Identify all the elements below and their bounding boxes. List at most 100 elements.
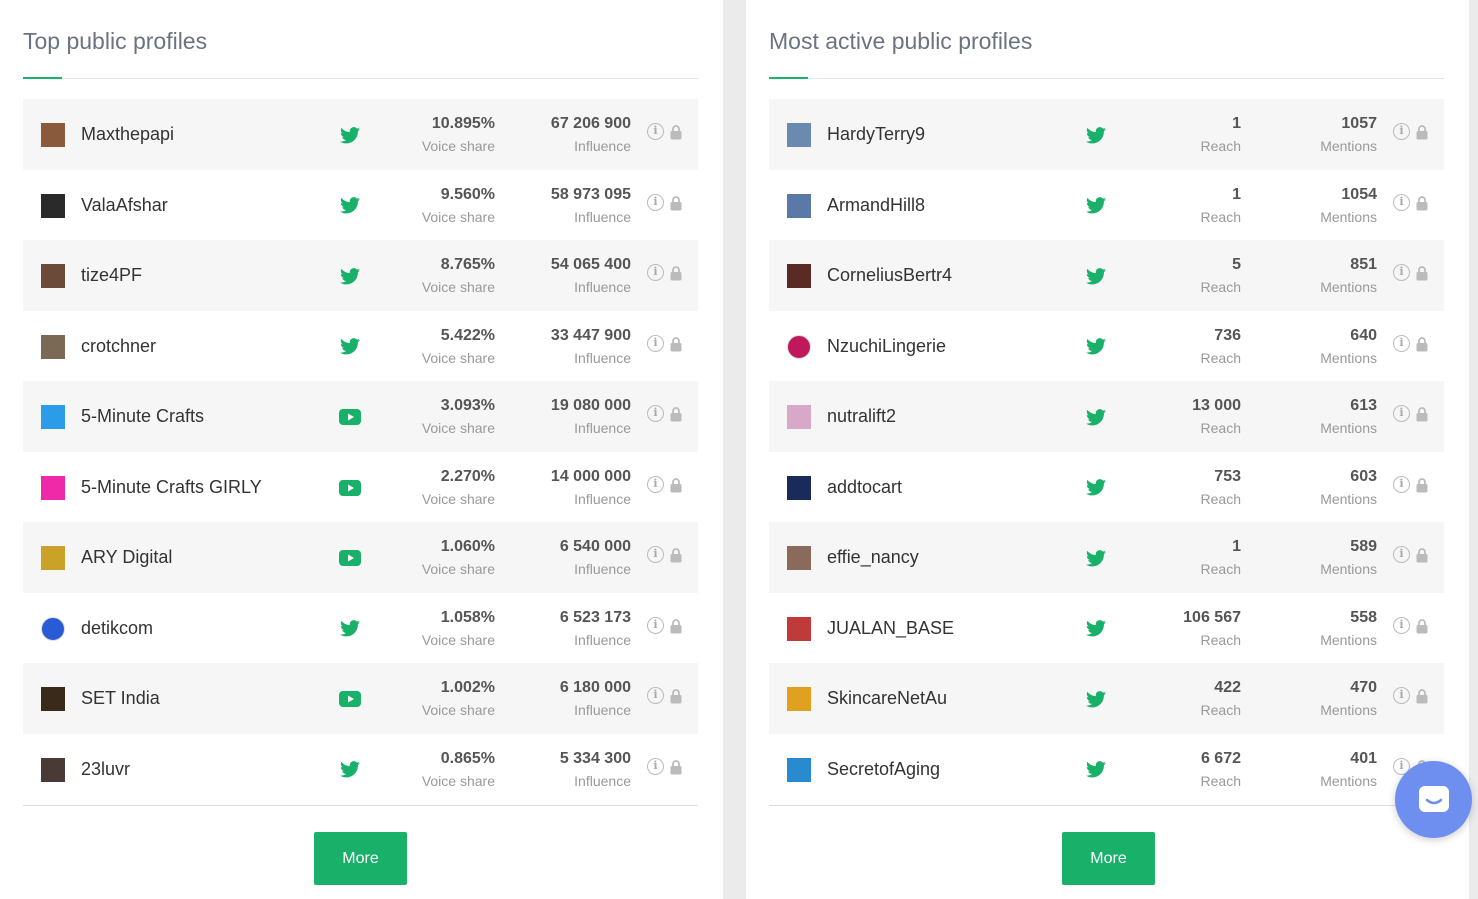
lock-icon[interactable] (1416, 265, 1428, 281)
table-row[interactable]: SecretofAging 6 672 Reach 401 Mentions i (769, 734, 1444, 805)
avatar[interactable] (787, 405, 811, 429)
info-icon[interactable]: i (647, 334, 664, 352)
info-icon[interactable]: i (647, 687, 664, 704)
lock-icon[interactable] (670, 759, 682, 775)
profile-name[interactable]: 23luvr (81, 734, 130, 804)
info-icon[interactable]: i (1393, 264, 1410, 281)
table-row[interactable]: HardyTerry9 1 Reach 1057 Mentions i (769, 99, 1444, 170)
info-icon[interactable]: i (1393, 687, 1410, 704)
lock-icon[interactable] (670, 195, 682, 211)
table-row[interactable]: Maxthepapi 10.895% Voice share 67 206 900 In… (23, 99, 698, 170)
info-icon[interactable]: i (1393, 334, 1410, 352)
avatar[interactable] (41, 616, 65, 641)
table-row[interactable]: ArmandHill8 1 Reach 1054 Mentions i (769, 170, 1444, 241)
avatar[interactable] (41, 123, 65, 147)
profile-name[interactable]: SET India (81, 663, 160, 733)
profile-name[interactable]: nutralift2 (827, 381, 896, 451)
profile-name[interactable]: 5-Minute Crafts (81, 381, 204, 451)
avatar[interactable] (787, 616, 811, 641)
profile-name[interactable]: SecretofAging (827, 734, 940, 804)
avatar[interactable] (787, 264, 811, 288)
lock-icon[interactable] (1416, 406, 1428, 422)
table-row[interactable]: nutralift2 13 000 Reach 613 Mentions i (769, 381, 1444, 452)
profile-name[interactable]: SkincareNetAu (827, 663, 947, 733)
lock-icon[interactable] (1416, 688, 1428, 704)
info-icon[interactable]: i (647, 193, 664, 211)
lock-icon[interactable] (670, 477, 682, 493)
profile-name[interactable]: NzuchiLingerie (827, 311, 946, 381)
profile-name[interactable]: tize4PF (81, 240, 142, 310)
lock-icon[interactable] (670, 688, 682, 704)
table-row[interactable]: addtocart 753 Reach 603 Mentions i (769, 452, 1444, 523)
profile-name[interactable]: ValaAfshar (81, 170, 168, 240)
lock-icon[interactable] (670, 618, 682, 634)
table-row[interactable]: 5-Minute Crafts GIRLY 2.270% Voice share 14… (23, 452, 698, 523)
info-icon[interactable]: i (647, 405, 664, 422)
info-icon[interactable]: i (1393, 193, 1410, 211)
avatar[interactable] (787, 757, 811, 782)
avatar[interactable] (787, 687, 811, 711)
info-icon[interactable]: i (1393, 616, 1410, 634)
more-button[interactable]: More (314, 832, 407, 885)
table-row[interactable]: CorneliusBertr4 5 Reach 851 Mentions i (769, 240, 1444, 311)
table-row[interactable]: ValaAfshar 9.560% Voice share 58 973 095 Inf… (23, 170, 698, 241)
avatar[interactable] (41, 687, 65, 711)
lock-icon[interactable] (670, 124, 682, 140)
avatar[interactable] (787, 123, 811, 147)
table-row[interactable]: SET India 1.002% Voice share 6 180 000 Influ… (23, 663, 698, 734)
profile-name[interactable]: addtocart (827, 452, 902, 522)
table-row[interactable]: crotchner 5.422% Voice share 33 447 900 Infl… (23, 311, 698, 382)
avatar[interactable] (41, 757, 65, 782)
avatar[interactable] (41, 264, 65, 288)
info-icon[interactable]: i (647, 616, 664, 634)
avatar[interactable] (41, 334, 65, 359)
profile-name[interactable]: ARY Digital (81, 522, 172, 592)
avatar[interactable] (787, 334, 811, 359)
info-icon[interactable]: i (647, 546, 664, 563)
info-icon[interactable]: i (1393, 123, 1410, 140)
lock-icon[interactable] (670, 406, 682, 422)
avatar[interactable] (787, 546, 811, 570)
table-row[interactable]: detikcom 1.058% Voice share 6 523 173 Influe… (23, 593, 698, 664)
profile-name[interactable]: JUALAN_BASE (827, 593, 954, 663)
table-row[interactable]: 23luvr 0.865% Voice share 5 334 300 Influenc… (23, 734, 698, 805)
lock-icon[interactable] (1416, 618, 1428, 634)
info-icon[interactable]: i (647, 757, 664, 775)
info-icon[interactable]: i (647, 123, 664, 140)
table-row[interactable]: NzuchiLingerie 736 Reach 640 Mentions i (769, 311, 1444, 382)
lock-icon[interactable] (670, 265, 682, 281)
table-row[interactable]: 5-Minute Crafts 3.093% Voice share 19 080 0… (23, 381, 698, 452)
profile-name[interactable]: Maxthepapi (81, 99, 174, 169)
profile-name[interactable]: CorneliusBertr4 (827, 240, 952, 310)
info-icon[interactable]: i (647, 264, 664, 281)
lock-icon[interactable] (1416, 547, 1428, 563)
info-icon[interactable]: i (1393, 546, 1410, 563)
info-icon[interactable]: i (1393, 405, 1410, 422)
info-icon[interactable]: i (647, 475, 664, 493)
avatar[interactable] (787, 193, 811, 218)
table-row[interactable]: ARY Digital 1.060% Voice share 6 540 000 Inf… (23, 522, 698, 593)
profile-name[interactable]: crotchner (81, 311, 156, 381)
lock-icon[interactable] (1416, 336, 1428, 352)
avatar[interactable] (41, 546, 65, 570)
profile-name[interactable]: effie_nancy (827, 522, 919, 592)
lock-icon[interactable] (1416, 477, 1428, 493)
info-icon[interactable]: i (1393, 475, 1410, 493)
lock-icon[interactable] (1416, 124, 1428, 140)
profile-name[interactable]: detikcom (81, 593, 153, 663)
lock-icon[interactable] (670, 336, 682, 352)
more-button[interactable]: More (1062, 832, 1155, 885)
avatar[interactable] (41, 405, 65, 429)
profile-name[interactable]: 5-Minute Crafts GIRLY (81, 452, 262, 522)
profile-name[interactable]: ArmandHill8 (827, 170, 925, 240)
lock-icon[interactable] (670, 547, 682, 563)
table-row[interactable]: JUALAN_BASE 106 567 Reach 558 Mentions i (769, 593, 1444, 664)
avatar[interactable] (787, 475, 811, 500)
avatar[interactable] (41, 475, 65, 500)
table-row[interactable]: SkincareNetAu 422 Reach 470 Mentions i (769, 663, 1444, 734)
table-row[interactable]: tize4PF 8.765% Voice share 54 065 400 Influe… (23, 240, 698, 311)
profile-name[interactable]: HardyTerry9 (827, 99, 925, 169)
table-row[interactable]: effie_nancy 1 Reach 589 Mentions i (769, 522, 1444, 593)
avatar[interactable] (41, 193, 65, 218)
lock-icon[interactable] (1416, 195, 1428, 211)
